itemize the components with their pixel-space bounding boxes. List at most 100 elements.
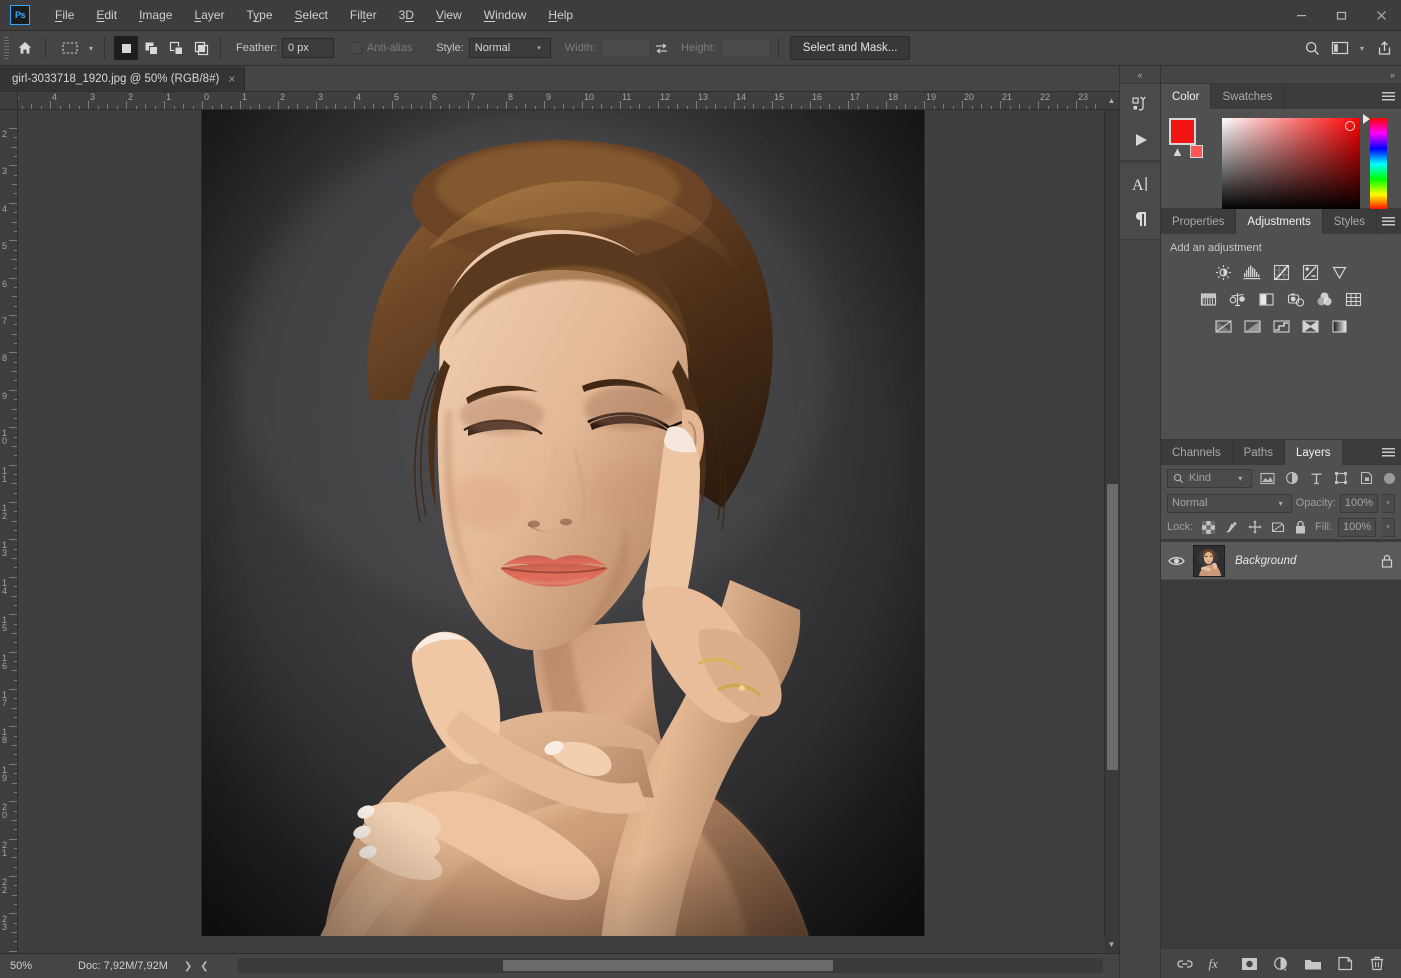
maximize-button[interactable]	[1321, 0, 1361, 31]
tab-styles[interactable]: Styles	[1323, 209, 1377, 234]
link-layers-icon[interactable]	[1176, 955, 1194, 973]
menu-window[interactable]: Window	[473, 3, 538, 27]
layer-locked-icon[interactable]	[1381, 554, 1393, 568]
opacity-stepper[interactable]: ▾	[1382, 494, 1395, 513]
tab-adjustments[interactable]: Adjustments	[1236, 209, 1322, 234]
menu-edit[interactable]: Edit	[85, 3, 128, 27]
new-adjustment-layer-icon[interactable]	[1272, 955, 1290, 973]
workspace-icon[interactable]	[1327, 35, 1353, 61]
paragraph-icon[interactable]	[1120, 201, 1161, 236]
canvas-horizontal-scrollbar[interactable]	[238, 958, 1103, 973]
tab-swatches[interactable]: Swatches	[1211, 84, 1284, 109]
character-icon[interactable]: A	[1120, 166, 1161, 201]
menu-file[interactable]: File	[44, 3, 85, 27]
threshold-icon[interactable]	[1272, 317, 1291, 336]
table-row[interactable]: Background	[1161, 542, 1401, 580]
filter-shape-icon[interactable]	[1332, 469, 1352, 488]
menu-help[interactable]: Help	[537, 3, 584, 27]
zoom-level-field[interactable]: 50%	[6, 958, 64, 975]
color-lookup-icon[interactable]	[1344, 290, 1363, 309]
horizontal-ruler[interactable]: 5432101234567891011121314151617181920212…	[18, 92, 1119, 110]
scroll-down-icon[interactable]: ▼	[1104, 936, 1119, 953]
search-icon[interactable]	[1299, 35, 1325, 61]
layer-thumbnail[interactable]	[1193, 545, 1225, 577]
home-icon[interactable]	[12, 35, 38, 61]
tab-channels[interactable]: Channels	[1161, 440, 1233, 465]
tab-properties[interactable]: Properties	[1161, 209, 1236, 234]
new-group-icon[interactable]	[1304, 955, 1322, 973]
lock-image-pixels-icon[interactable]	[1223, 519, 1240, 536]
status-next-icon[interactable]: ❯	[184, 961, 192, 972]
color-spectrum-picker[interactable]	[1222, 118, 1360, 210]
filter-pixel-icon[interactable]	[1257, 469, 1277, 488]
antialias-group[interactable]: Anti-alias	[350, 42, 412, 54]
new-selection-button[interactable]	[114, 36, 138, 60]
select-and-mask-button[interactable]: Select and Mask...	[790, 36, 911, 60]
expand-panels-icon[interactable]: »	[1161, 66, 1401, 83]
document-tab[interactable]: girl-3033718_1920.jpg @ 50% (RGB/8#) ×	[0, 66, 245, 91]
curves-icon[interactable]	[1272, 263, 1291, 282]
swap-dimensions-icon[interactable]	[651, 41, 673, 56]
scrollbar-thumb[interactable]	[1107, 484, 1118, 770]
layer-style-fx-icon[interactable]: fx	[1208, 955, 1226, 973]
lock-artboard-nesting-icon[interactable]	[1269, 519, 1286, 536]
vertical-ruler[interactable]: 23456789101112131415161718192021222324	[0, 110, 18, 953]
share-icon[interactable]	[1371, 35, 1397, 61]
exposure-icon[interactable]	[1301, 263, 1320, 282]
width-input[interactable]	[601, 38, 651, 58]
ruler-origin-corner[interactable]	[0, 92, 18, 110]
antialias-checkbox[interactable]	[350, 42, 362, 54]
collapse-panels-icon[interactable]: «	[1120, 66, 1160, 83]
chevron-down-icon[interactable]: ▾	[1355, 35, 1369, 61]
actions-play-icon[interactable]	[1120, 122, 1161, 157]
canvas-viewport[interactable]	[18, 110, 1104, 936]
new-layer-icon[interactable]	[1336, 955, 1354, 973]
hue-saturation-icon[interactable]	[1199, 290, 1218, 309]
subtract-from-selection-button[interactable]	[164, 36, 188, 60]
minimize-button[interactable]	[1281, 0, 1321, 31]
intersect-with-selection-button[interactable]	[189, 36, 213, 60]
foreground-color-swatch[interactable]	[1169, 118, 1196, 145]
document-canvas[interactable]	[202, 110, 924, 936]
lock-all-icon[interactable]	[1292, 519, 1309, 536]
channel-mixer-icon[interactable]	[1315, 290, 1334, 309]
feather-input[interactable]: 0 px	[282, 38, 334, 58]
invert-icon[interactable]	[1214, 317, 1233, 336]
gamut-substitute-swatch[interactable]	[1190, 145, 1203, 158]
add-layer-mask-icon[interactable]	[1240, 955, 1258, 973]
photo-filter-icon[interactable]	[1286, 290, 1305, 309]
hue-slider[interactable]	[1367, 118, 1387, 210]
status-prev-icon[interactable]: ❮	[200, 961, 208, 972]
menu-filter[interactable]: Filter	[339, 3, 388, 27]
layer-kind-filter[interactable]: Kind ▾	[1167, 469, 1252, 488]
history-icon[interactable]	[1120, 87, 1161, 122]
color-balance-icon[interactable]	[1228, 290, 1247, 309]
menu-view[interactable]: View	[425, 3, 473, 27]
panel-menu-icon[interactable]	[1382, 440, 1395, 465]
selective-color-icon[interactable]	[1301, 317, 1320, 336]
brightness-contrast-icon[interactable]	[1214, 263, 1233, 282]
menu-3d[interactable]: 3D	[388, 3, 425, 27]
posterize-icon[interactable]	[1243, 317, 1262, 336]
height-input[interactable]	[721, 38, 771, 58]
style-select[interactable]: Normal ▾	[469, 38, 551, 58]
panel-menu-icon[interactable]	[1382, 84, 1395, 109]
lock-position-icon[interactable]	[1246, 519, 1263, 536]
blend-mode-select[interactable]: Normal ▾	[1167, 494, 1292, 513]
layer-visibility-eye-icon[interactable]	[1165, 555, 1187, 567]
opacity-value[interactable]: 100%	[1340, 494, 1378, 513]
menu-type[interactable]: Type	[235, 3, 283, 27]
filter-type-icon[interactable]	[1307, 469, 1327, 488]
gradient-map-icon[interactable]	[1330, 317, 1349, 336]
delete-layer-icon[interactable]	[1368, 955, 1386, 973]
menu-image[interactable]: Image	[128, 3, 183, 27]
levels-icon[interactable]	[1243, 263, 1262, 282]
scroll-up-icon[interactable]: ▲	[1104, 92, 1119, 109]
close-icon[interactable]: ×	[228, 72, 235, 86]
layer-name-label[interactable]: Background	[1235, 555, 1375, 567]
layer-list[interactable]: Background	[1161, 539, 1401, 948]
tool-preset-picker[interactable]: ▾	[57, 36, 97, 60]
panel-menu-icon[interactable]	[1382, 209, 1395, 234]
gamut-warning-icon[interactable]: ▲	[1171, 145, 1184, 158]
options-bar-grip[interactable]	[4, 37, 9, 59]
